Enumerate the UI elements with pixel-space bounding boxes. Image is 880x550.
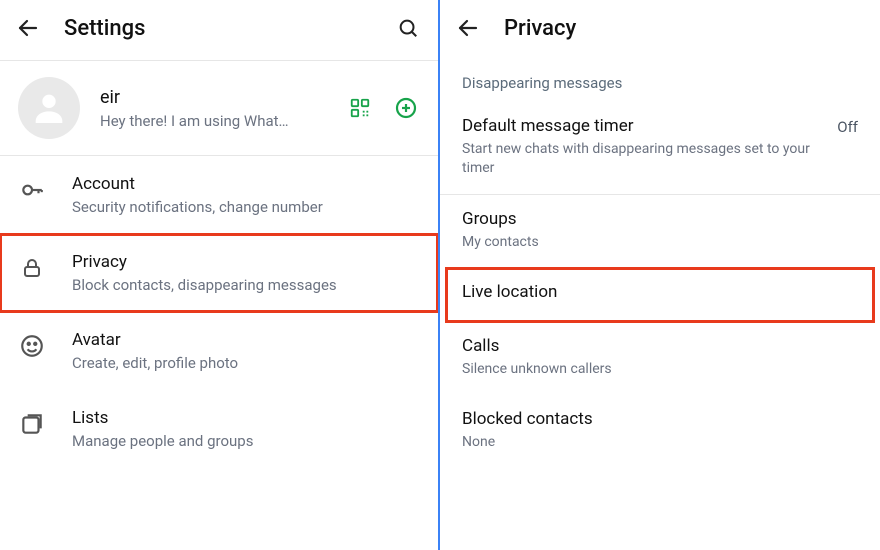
- privacy-item-calls[interactable]: Calls Silence unknown callers: [440, 322, 880, 395]
- item-title: Live location: [462, 282, 858, 302]
- item-text: Account Security notifications, change n…: [72, 174, 420, 216]
- item-sub: My contacts: [462, 233, 858, 252]
- lock-icon: [18, 254, 46, 282]
- item-text: Privacy Block contacts, disappearing mes…: [72, 252, 420, 294]
- item-text: Calls Silence unknown callers: [462, 336, 858, 379]
- settings-item-lists[interactable]: Lists Manage people and groups: [0, 390, 438, 468]
- item-title: Avatar: [72, 330, 420, 350]
- privacy-item-default-timer[interactable]: Default message timer Start new chats wi…: [440, 102, 880, 194]
- item-sub: Start new chats with disappearing messag…: [462, 140, 825, 178]
- privacy-pane: Privacy Disappearing messages Default me…: [440, 0, 880, 550]
- key-icon: [18, 176, 46, 204]
- avatar-face-icon: [18, 332, 46, 360]
- settings-header: Settings: [0, 0, 438, 60]
- item-text: Avatar Create, edit, profile photo: [72, 330, 420, 372]
- item-title: Lists: [72, 408, 420, 428]
- item-text: Groups My contacts: [462, 209, 858, 252]
- privacy-item-blocked-contacts[interactable]: Blocked contacts None: [440, 395, 880, 468]
- add-icon[interactable]: [392, 94, 420, 122]
- item-sub: Manage people and groups: [72, 432, 420, 450]
- back-icon[interactable]: [454, 14, 482, 42]
- item-text: Blocked contacts None: [462, 409, 858, 452]
- item-sub: None: [462, 433, 858, 452]
- profile-status: Hey there! I am using What…: [100, 112, 326, 130]
- item-text: Live location: [462, 282, 858, 306]
- item-sub: Block contacts, disappearing messages: [72, 276, 420, 294]
- settings-item-privacy[interactable]: Privacy Block contacts, disappearing mes…: [0, 234, 438, 312]
- item-sub: Silence unknown callers: [462, 360, 858, 379]
- item-text: Default message timer Start new chats wi…: [462, 116, 825, 178]
- avatar: [18, 77, 80, 139]
- item-title: Groups: [462, 209, 858, 229]
- item-title: Blocked contacts: [462, 409, 858, 429]
- item-title: Default message timer: [462, 116, 825, 136]
- privacy-title: Privacy: [504, 16, 864, 41]
- item-sub: Create, edit, profile photo: [72, 354, 420, 372]
- settings-item-avatar[interactable]: Avatar Create, edit, profile photo: [0, 312, 438, 390]
- item-title: Privacy: [72, 252, 420, 272]
- back-icon[interactable]: [14, 14, 42, 42]
- lists-icon: [18, 410, 46, 438]
- settings-title: Settings: [64, 16, 372, 41]
- item-sub: Security notifications, change number: [72, 198, 420, 216]
- item-title: Calls: [462, 336, 858, 356]
- profile-name: eir: [100, 87, 326, 108]
- profile-actions: [346, 94, 420, 122]
- settings-item-account[interactable]: Account Security notifications, change n…: [0, 156, 438, 234]
- search-icon[interactable]: [394, 14, 422, 42]
- settings-pane: Settings eir Hey there! I am using What…: [0, 0, 440, 550]
- qr-code-icon[interactable]: [346, 94, 374, 122]
- profile-text: eir Hey there! I am using What…: [100, 87, 326, 130]
- privacy-item-live-location[interactable]: Live location: [446, 268, 874, 322]
- section-header-disappearing: Disappearing messages: [440, 60, 880, 102]
- privacy-item-groups[interactable]: Groups My contacts: [440, 195, 880, 268]
- item-title: Account: [72, 174, 420, 194]
- privacy-header: Privacy: [440, 0, 880, 60]
- profile-row[interactable]: eir Hey there! I am using What…: [0, 61, 438, 155]
- item-text: Lists Manage people and groups: [72, 408, 420, 450]
- item-value: Off: [837, 116, 858, 136]
